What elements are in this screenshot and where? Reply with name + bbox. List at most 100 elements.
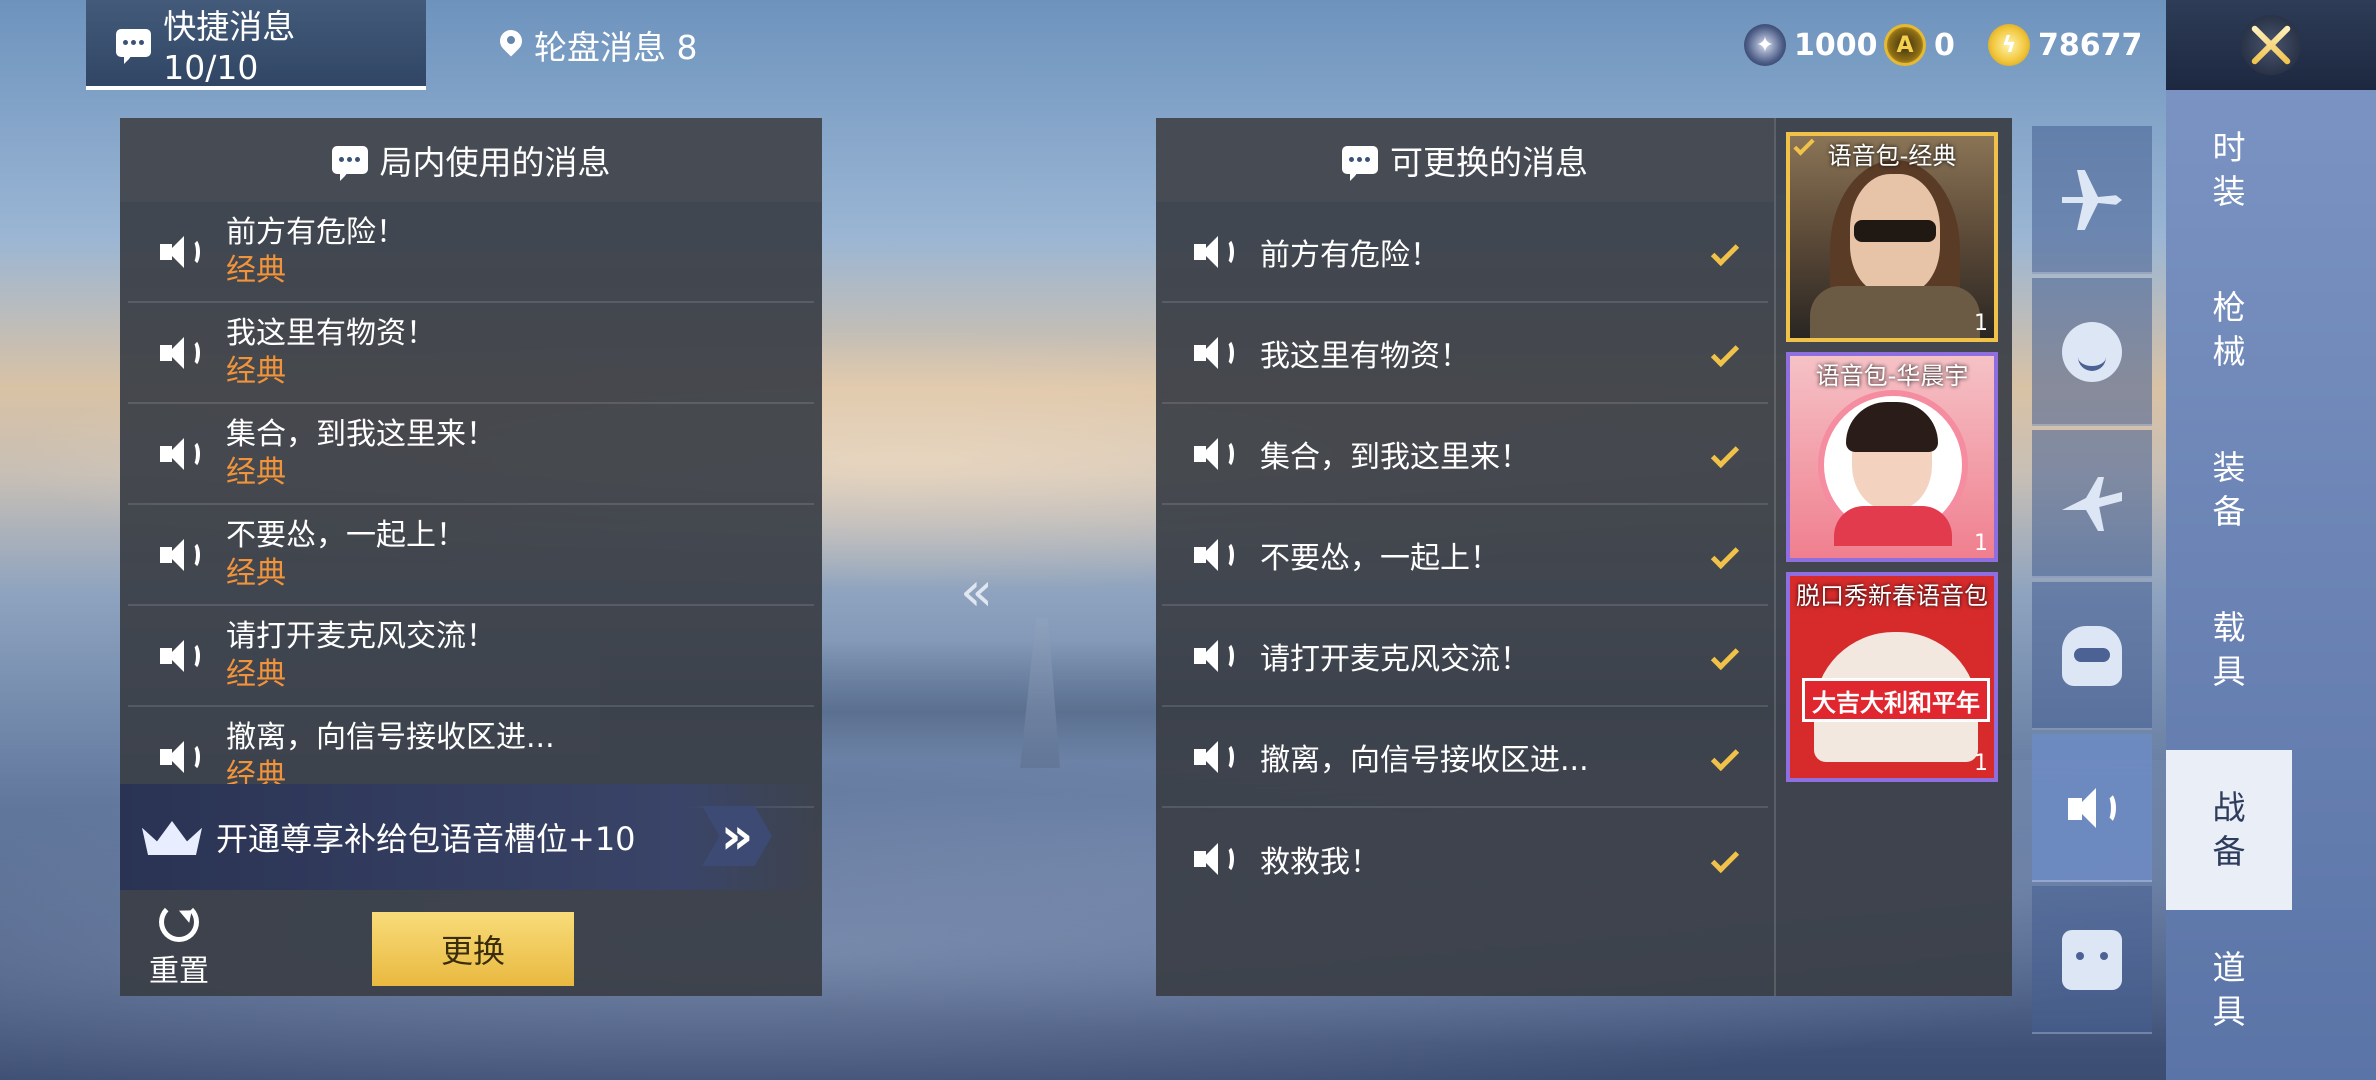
list-item[interactable]: 前方有危险！ <box>1162 202 1768 303</box>
close-area <box>2166 0 2376 90</box>
message-stack-icon <box>1342 146 1378 181</box>
message-pack: 经典 <box>226 656 286 692</box>
pack-count: 1 <box>1974 751 1988 776</box>
checkmark-icon <box>1710 237 1740 266</box>
speaker-icon[interactable] <box>1194 636 1242 676</box>
category-companion[interactable] <box>2032 582 2152 730</box>
nav-outfit[interactable]: 时装 <box>2166 90 2292 250</box>
speaker-icon[interactable] <box>160 535 208 575</box>
promo-text: 开通尊享补给包语音槽位+10 <box>216 820 636 858</box>
nav-label: 时装 <box>2212 128 2246 211</box>
list-item[interactable]: 请打开麦克风交流！ 经典 <box>128 606 814 707</box>
nav-vehicles[interactable]: 载具 <box>2166 570 2292 730</box>
list-item[interactable]: 我这里有物资！ <box>1162 303 1768 404</box>
location-pin-icon <box>500 30 522 60</box>
reset-label: 重置 <box>149 954 209 989</box>
speaker-icon <box>2062 778 2122 838</box>
top-bar: 快捷消息 10/10 轮盘消息 8 ✦ 1000 A 0 ϟ 78677 <box>0 0 2166 90</box>
double-chevron-left-icon[interactable]: « <box>960 560 993 623</box>
speaker-icon[interactable] <box>160 737 208 777</box>
character-jacket <box>1810 286 1980 338</box>
nav-items[interactable]: 道具 <box>2166 910 2292 1070</box>
currency-token: A 0 <box>1884 20 1955 70</box>
list-item[interactable]: 集合，到我这里来！ <box>1162 404 1768 505</box>
glider-icon <box>2062 477 2122 531</box>
category-glider[interactable] <box>2032 430 2152 578</box>
speaker-icon[interactable] <box>1194 737 1242 777</box>
gold-token-icon: A <box>1884 24 1926 66</box>
sunglasses <box>1854 220 1936 242</box>
double-chevron-right-icon[interactable]: » <box>702 806 772 866</box>
currency-value: 1000 <box>1794 27 1878 63</box>
speaker-icon[interactable] <box>1194 434 1242 474</box>
category-chat[interactable] <box>2032 886 2152 1034</box>
pack-count: 1 <box>1974 531 1988 556</box>
nav-label: 装备 <box>2212 448 2246 531</box>
message-text: 集合，到我这里来！ <box>1260 439 1530 475</box>
message-pack: 经典 <box>226 555 286 591</box>
premium-promo-banner[interactable]: 开通尊享补给包语音槽位+10 » <box>120 784 822 890</box>
tab-wheel-messages[interactable]: 轮盘消息 8 <box>470 0 728 90</box>
emote-icon <box>2062 322 2122 382</box>
message-text: 撤离，向信号接收区进... <box>1260 742 1589 778</box>
pack-label: 语音包-经典 <box>1827 142 1957 170</box>
message-text: 前方有危险！ <box>1260 237 1440 273</box>
in-game-messages-panel: 局内使用的消息 前方有危险！ 经典 我这里有物资！ 经典 集合，到我这里来！ 经典 不… <box>120 118 822 996</box>
voice-pack-new-year[interactable]: 脱口秀新春语音包 大吉大利和平年 1 <box>1786 572 1998 782</box>
list-item[interactable]: 不要怂，一起上！ 经典 <box>128 505 814 606</box>
category-parachute[interactable] <box>2032 126 2152 274</box>
message-text: 请打开麦克风交流！ <box>226 618 496 654</box>
chat-bubble-icon <box>116 29 152 64</box>
currency-gold: ϟ 78677 <box>1988 20 2142 70</box>
list-item[interactable]: 我这里有物资！ 经典 <box>128 303 814 404</box>
checkmark-icon <box>1710 742 1740 771</box>
checkmark-icon <box>1710 540 1740 569</box>
list-item[interactable]: 救救我！ <box>1162 808 1768 909</box>
list-item[interactable]: 请打开麦克风交流！ <box>1162 606 1768 707</box>
list-item[interactable]: 撤离，向信号接收区进... <box>1162 707 1768 808</box>
nav-label: 枪械 <box>2212 288 2246 371</box>
message-pack: 经典 <box>226 454 286 490</box>
nav-weapons[interactable]: 枪械 <box>2166 250 2292 410</box>
silver-coin-icon: ✦ <box>1744 24 1786 66</box>
message-text: 集合，到我这里来！ <box>226 416 496 452</box>
speaker-icon[interactable] <box>160 434 208 474</box>
close-icon[interactable] <box>2241 15 2301 75</box>
list-item[interactable]: 集合，到我这里来！ 经典 <box>128 404 814 505</box>
checkmark-icon <box>1710 338 1740 367</box>
checkmark-icon <box>1710 641 1740 670</box>
side-nav: 时装 枪械 装备 载具 战备 道具 <box>2166 90 2376 1080</box>
tab-label: 轮盘消息 8 <box>534 28 698 67</box>
replace-button[interactable]: 更换 <box>372 912 574 986</box>
tab-quick-messages[interactable]: 快捷消息 10/10 <box>86 0 426 90</box>
category-voice[interactable] <box>2032 734 2152 882</box>
voice-pack-classic[interactable]: 语音包-经典 1 <box>1786 132 1998 342</box>
message-text: 我这里有物资！ <box>1260 338 1470 374</box>
speaker-icon[interactable] <box>160 333 208 373</box>
speaker-icon[interactable] <box>1194 232 1242 272</box>
replaceable-messages-panel: 可更换的消息 前方有危险！ 我这里有物资！ 集合，到我这里来！ 不要怂，一起上！… <box>1156 118 1774 996</box>
speaker-icon[interactable] <box>160 232 208 272</box>
pack-count: 1 <box>1974 311 1988 336</box>
message-pack: 经典 <box>226 252 286 288</box>
crown-icon <box>142 815 202 859</box>
nav-label: 战备 <box>2212 788 2246 871</box>
voice-pack-hua-chenyu[interactable]: 语音包-华晨宇 1 <box>1786 352 1998 562</box>
refresh-icon <box>159 902 199 942</box>
speaker-icon[interactable] <box>1194 535 1242 575</box>
reset-button[interactable]: 重置 <box>144 902 214 990</box>
list-item[interactable]: 不要怂，一起上！ <box>1162 505 1768 606</box>
nav-battle-prep[interactable]: 战备 <box>2166 750 2292 910</box>
speaker-icon[interactable] <box>1194 333 1242 373</box>
category-emote[interactable] <box>2032 278 2152 426</box>
nav-label: 道具 <box>2212 948 2246 1031</box>
pack-banner: 大吉大利和平年 <box>1802 678 1990 722</box>
speaker-icon[interactable] <box>160 636 208 676</box>
nav-equipment[interactable]: 装备 <box>2166 410 2292 570</box>
list-item[interactable]: 前方有危险！ 经典 <box>128 202 814 303</box>
currency-silver: ✦ 1000 <box>1744 20 1878 70</box>
portrait-shirt <box>1834 506 1952 546</box>
speaker-icon[interactable] <box>1194 839 1242 879</box>
plane-icon <box>2062 170 2122 230</box>
message-text: 撤离，向信号接收区进... <box>226 719 555 755</box>
